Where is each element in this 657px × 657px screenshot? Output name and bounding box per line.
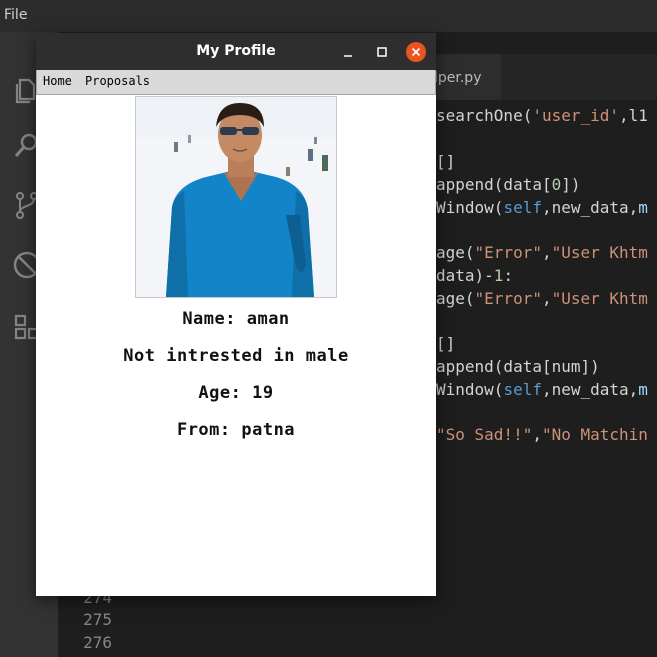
profile-age: Age: 19: [198, 383, 274, 403]
minimize-icon[interactable]: [338, 42, 358, 62]
code-token: Window(: [436, 198, 504, 217]
code-line: append(data[num]): [436, 357, 600, 376]
person-photo-image: [136, 97, 336, 297]
code-token: ,: [541, 289, 552, 308]
code-line: Window(self,new_data,m: [436, 380, 648, 399]
line-number: 275: [83, 610, 112, 629]
code-token: "So Sad!!": [436, 425, 533, 444]
code-token: append(data[num]): [436, 357, 600, 376]
menu-proposals[interactable]: Proposals: [85, 74, 150, 88]
code-token: "User Khtm: [551, 289, 648, 308]
editor-tab[interactable]: lper.py: [430, 54, 502, 100]
code-line: searchOne('user_id',l1: [436, 106, 648, 125]
window-menubar: Home Proposals: [36, 70, 436, 95]
profile-photo: [135, 96, 337, 298]
profile-name: Name: aman: [182, 309, 290, 329]
code-token: ,new_data,: [541, 380, 639, 399]
code-token: age(: [436, 243, 475, 262]
code-token: ,: [532, 425, 542, 444]
code-line: "So Sad!!","No Matchin: [436, 425, 648, 444]
code-token: append(data[: [436, 175, 552, 194]
file-menu[interactable]: File: [4, 7, 27, 23]
code-token: ,: [541, 243, 552, 262]
code-token: m: [638, 198, 648, 217]
code-token: []: [436, 334, 456, 353]
code-line: age("Error","User Khtm: [436, 243, 648, 262]
code-token: "User Khtm: [551, 243, 648, 262]
menu-home[interactable]: Home: [43, 74, 72, 88]
code-line: append(data[0]): [436, 175, 581, 194]
code-token: "No Matchin: [541, 425, 648, 444]
code-token: m: [638, 380, 648, 399]
code-token: :: [503, 266, 514, 285]
code-token: 1: [493, 266, 504, 285]
code-token: []: [436, 152, 456, 171]
code-token: 'user_id': [532, 106, 620, 125]
code-token: "Error": [474, 243, 542, 262]
code-line: []: [436, 152, 455, 171]
code-token: 0: [551, 175, 562, 194]
code-line: []: [436, 334, 455, 353]
code-line: age("Error","User Khtm: [436, 289, 648, 308]
code-line: data)-1:: [436, 266, 513, 285]
window-titlebar[interactable]: My Profile: [36, 33, 436, 70]
code-token: self: [503, 380, 542, 399]
editor-top-menubar: File: [0, 0, 657, 32]
profile-window: My Profile Home Proposals Name: aman Not…: [36, 33, 436, 596]
code-token: "Error": [474, 289, 542, 308]
code-line: Window(self,new_data,m: [436, 198, 648, 217]
line-number: 276: [83, 633, 112, 652]
maximize-icon[interactable]: [372, 42, 392, 62]
code-token: ,new_data,: [541, 198, 639, 217]
profile-interest: Not intrested in male: [123, 346, 349, 366]
code-token: ,l1: [619, 106, 648, 125]
close-button[interactable]: [406, 42, 426, 62]
close-icon: [411, 47, 421, 57]
code-token: self: [503, 198, 542, 217]
code-token: Window(: [436, 380, 504, 399]
code-token: data)-: [436, 266, 494, 285]
profile-from: From: patna: [176, 420, 296, 440]
code-token: searchOne(: [436, 106, 533, 125]
code-token: ]): [561, 175, 581, 194]
code-token: age(: [436, 289, 475, 308]
